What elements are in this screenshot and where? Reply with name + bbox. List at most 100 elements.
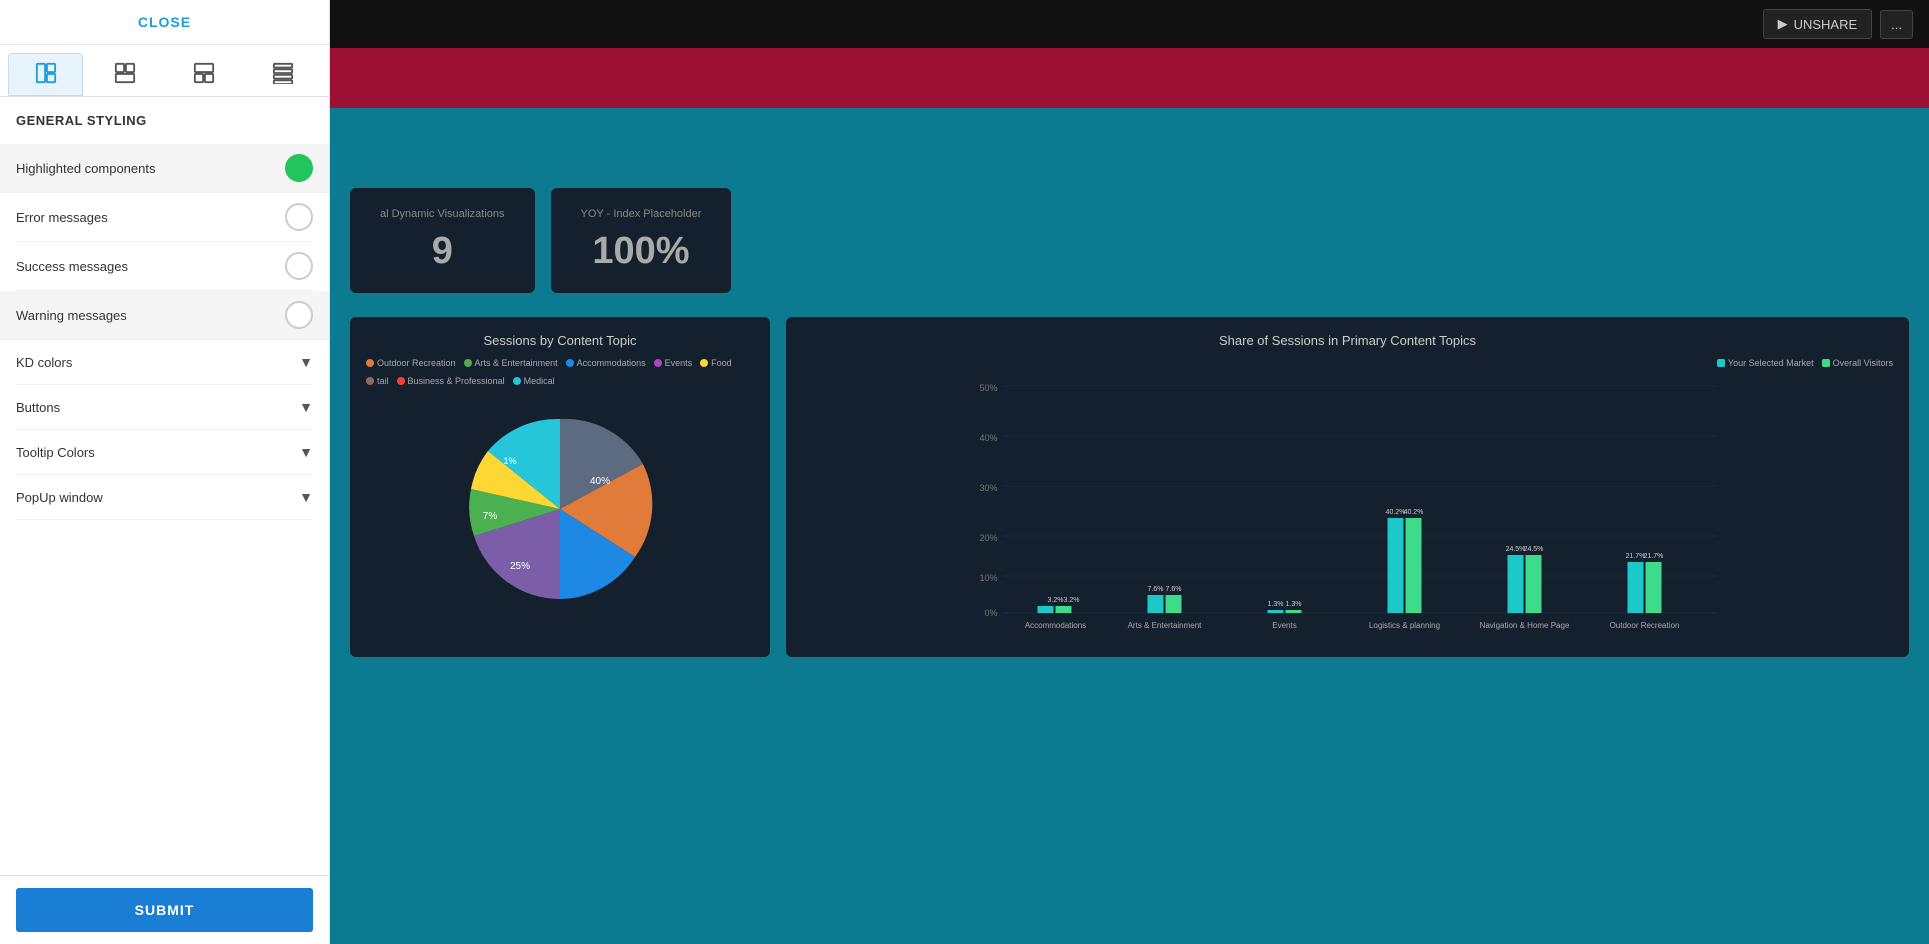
svg-text:Navigation & Home Page: Navigation & Home Page [1480,621,1570,630]
charts-row: Sessions by Content Topic Outdoor Recrea… [350,317,1909,657]
pie-chart-title: Sessions by Content Topic [366,333,754,348]
svg-text:24.5%: 24.5% [1524,546,1544,553]
tab-layout-1[interactable] [8,53,83,96]
panel-tabs [0,45,329,97]
submit-button[interactable]: SUBMIT [16,888,313,932]
svg-text:40.2%: 40.2% [1404,509,1424,516]
close-button[interactable]: CLOSE [0,0,329,45]
legend-item-tail: tail [366,376,389,386]
toggle-error[interactable] [285,203,313,231]
legend-item-selected-market: Your Selected Market [1717,358,1814,368]
svg-text:Arts & Entertainment: Arts & Entertainment [1128,621,1203,630]
layout-icon-1 [35,62,57,84]
kpi-value-1: 9 [380,230,505,273]
tab-layout-3[interactable] [167,53,242,96]
toggle-row-error: Error messages [16,193,313,242]
chevron-tooltip-colors-icon: ▼ [299,444,313,460]
kpi-row: al Dynamic Visualizations 9 YOY - Index … [350,188,1909,293]
layout-icon-4 [272,62,294,84]
accordion-popup-window[interactable]: PopUp window ▼ [16,475,313,520]
share-icon: ▶ [1778,16,1788,32]
tab-layout-2[interactable] [87,53,162,96]
section-title: GENERAL STYLING [16,113,313,128]
toggle-row-highlighted: Highlighted components [0,144,329,193]
svg-text:1%: 1% [503,456,516,466]
legend-item-accom: Accommodations [566,358,646,368]
svg-text:40%: 40% [590,476,610,487]
svg-text:3.2%: 3.2% [1064,597,1080,604]
tab-layout-4[interactable] [246,53,321,96]
bar-chart-title: Share of Sessions in Primary Content Top… [802,333,1893,348]
accordion-label-kd-colors: KD colors [16,355,72,370]
svg-text:10%: 10% [979,573,997,583]
unshare-label: UNSHARE [1794,17,1858,32]
accordion-label-tooltip-colors: Tooltip Colors [16,445,95,460]
svg-text:1.3%: 1.3% [1268,601,1284,608]
svg-text:40.2%: 40.2% [1386,509,1406,516]
svg-text:7%: 7% [483,511,498,522]
svg-text:Accommodations: Accommodations [1025,621,1086,630]
accordion-label-popup-window: PopUp window [16,490,103,505]
kpi-title-1: al Dynamic Visualizations [380,208,505,220]
svg-text:3.2%: 3.2% [1048,597,1064,604]
svg-text:20%: 20% [979,533,997,543]
svg-text:Outdoor Recreation: Outdoor Recreation [1610,621,1680,630]
chevron-kd-colors-icon: ▼ [299,354,313,370]
panel-footer: SUBMIT [0,875,329,944]
layout-icon-2 [114,62,136,84]
unshare-button[interactable]: ▶ UNSHARE [1763,9,1873,39]
toggle-warning[interactable] [285,301,313,329]
bar-chart-card: Share of Sessions in Primary Content Top… [786,317,1909,657]
svg-text:1.3%: 1.3% [1286,601,1302,608]
pie-legend: Outdoor Recreation Arts & Entertainment … [366,358,754,386]
more-icon: ... [1891,17,1902,32]
toggle-label-warning: Warning messages [16,308,127,323]
layout-icon-3 [193,62,215,84]
toggle-row-warning: Warning messages [0,291,329,340]
toggle-row-success: Success messages [16,242,313,291]
bar-chart-svg: 50% 40% 30% 20% 10% 0% 3.2% [802,376,1893,636]
dashboard-content: al Dynamic Visualizations 9 YOY - Index … [330,108,1929,944]
kpi-card-2: YOY - Index Placeholder 100% [551,188,732,293]
svg-text:30%: 30% [979,483,997,493]
svg-text:21.7%: 21.7% [1626,553,1646,560]
pie-chart-svg-container: 40% 25% 7% 1% [366,394,754,624]
settings-panel: CLOSE [0,0,330,944]
legend-item-outdoor: Outdoor Recreation [366,358,456,368]
toggle-label-success: Success messages [16,259,128,274]
legend-item-arts: Arts & Entertainment [464,358,558,368]
svg-text:50%: 50% [979,383,997,393]
toggle-label-error: Error messages [16,210,108,225]
toggle-highlighted[interactable] [285,154,313,182]
svg-text:0%: 0% [984,608,997,618]
close-label: CLOSE [138,14,191,30]
kpi-value-2: 100% [581,230,702,273]
pie-chart-svg: 40% 25% 7% 1% [460,409,660,609]
svg-text:Logistics & planning: Logistics & planning [1369,621,1440,630]
legend-item-events: Events [654,358,693,368]
svg-text:7.6%: 7.6% [1166,586,1182,593]
svg-text:7.6%: 7.6% [1148,586,1164,593]
legend-item-food: Food [700,358,732,368]
chevron-buttons-icon: ▼ [299,399,313,415]
legend-item-overall-visitors: Overall Visitors [1822,358,1893,368]
accordion-label-buttons: Buttons [16,400,60,415]
legend-item-medical: Medical [513,376,555,386]
bar-legend: Your Selected Market Overall Visitors [802,358,1893,368]
accordion-tooltip-colors[interactable]: Tooltip Colors ▼ [16,430,313,475]
chevron-popup-window-icon: ▼ [299,489,313,505]
pie-chart-card: Sessions by Content Topic Outdoor Recrea… [350,317,770,657]
toggle-success[interactable] [285,252,313,280]
more-button[interactable]: ... [1880,10,1913,39]
accordion-kd-colors[interactable]: KD colors ▼ [16,340,313,385]
svg-text:24.5%: 24.5% [1506,546,1526,553]
accordion-buttons[interactable]: Buttons ▼ [16,385,313,430]
svg-text:21.7%: 21.7% [1644,553,1664,560]
toggle-label-highlighted: Highlighted components [16,161,155,176]
svg-text:25%: 25% [510,561,530,572]
legend-item-biz: Business & Professional [397,376,505,386]
svg-text:40%: 40% [979,433,997,443]
kpi-title-2: YOY - Index Placeholder [581,208,702,220]
kpi-card-1: al Dynamic Visualizations 9 [350,188,535,293]
panel-body: GENERAL STYLING Highlighted components E… [0,97,329,875]
